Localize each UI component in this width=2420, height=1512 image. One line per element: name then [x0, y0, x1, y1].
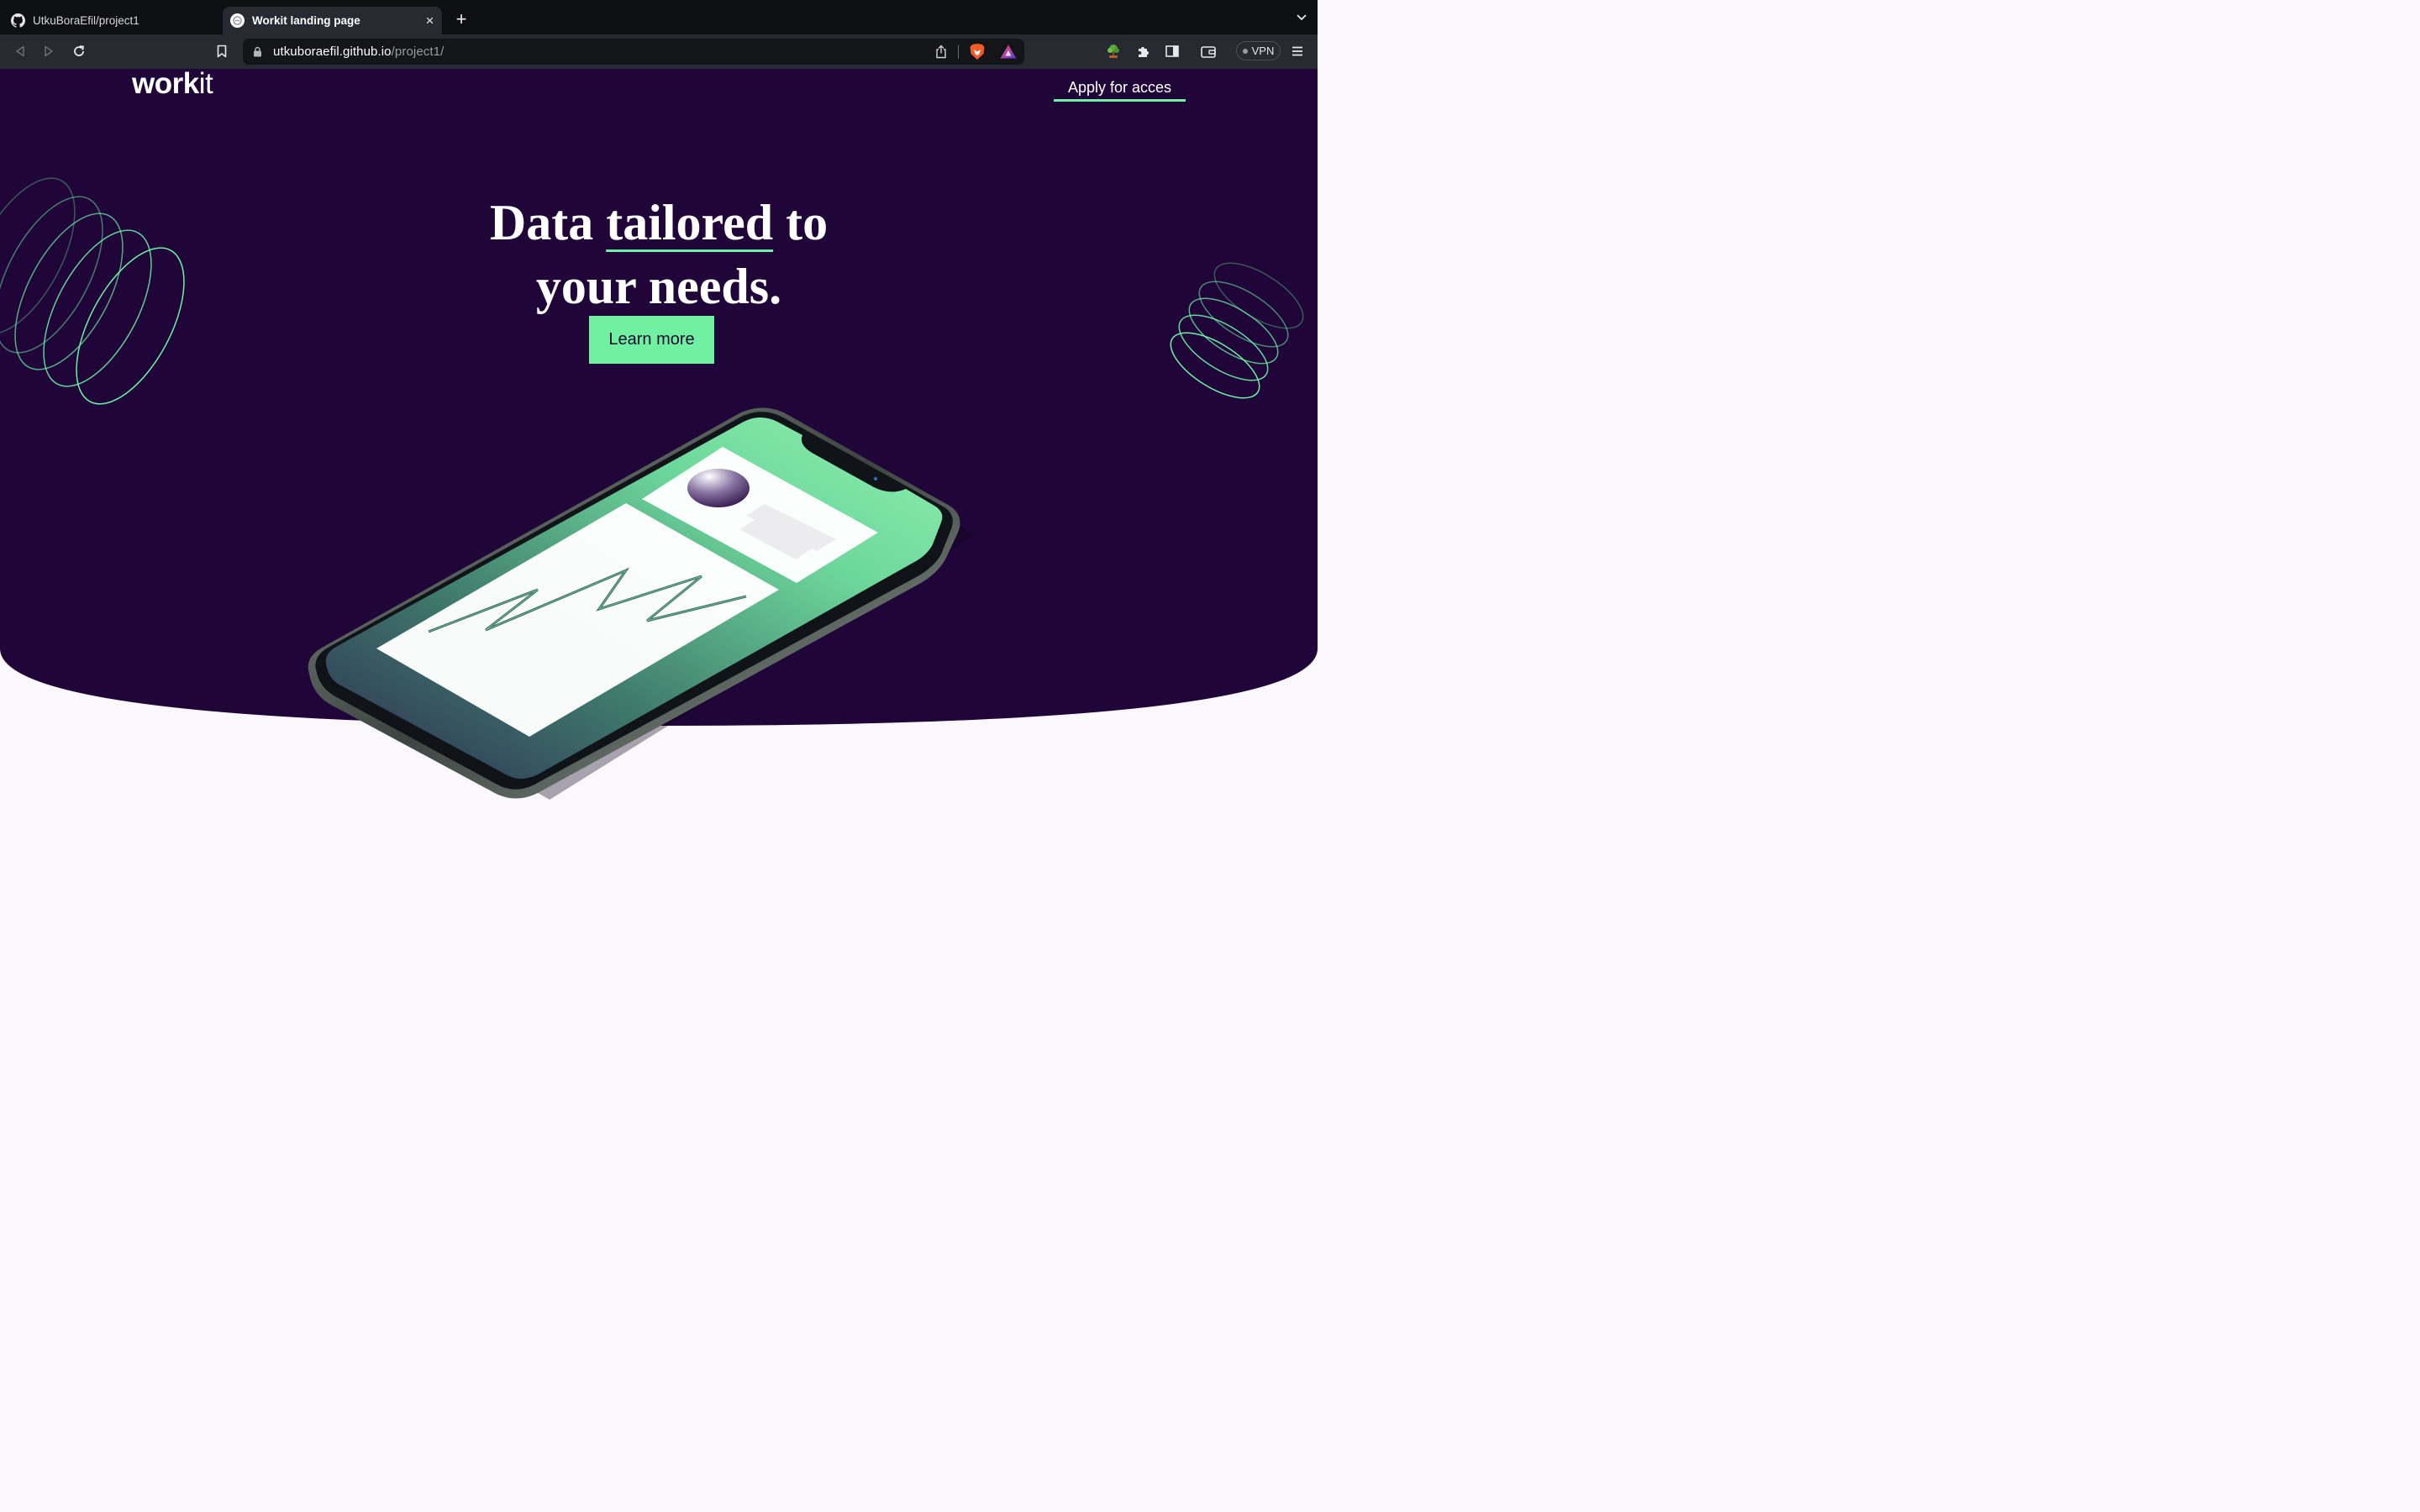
tab-title: Workit landing page: [252, 14, 360, 27]
extensions-icon[interactable]: [1134, 43, 1151, 60]
tab-workit[interactable]: Workit landing page ×: [223, 7, 442, 34]
address-bar[interactable]: utkuboraefil.github.io/project1/: [243, 39, 1024, 65]
vpn-label: VPN: [1251, 45, 1275, 57]
headline-part1: Data: [489, 195, 607, 250]
apply-for-access-link[interactable]: Apply for acces: [1054, 76, 1186, 102]
logo-light: it: [198, 69, 213, 100]
reload-icon[interactable]: [71, 43, 87, 60]
sidebar-icon[interactable]: [1164, 43, 1181, 60]
vpn-button[interactable]: VPN: [1236, 41, 1281, 60]
url-path: /project1/: [391, 45, 445, 59]
phone-illustration: [308, 407, 974, 800]
tab-github[interactable]: UtkuBoraEfil/project1: [0, 7, 217, 34]
close-tab-icon[interactable]: ×: [423, 13, 437, 28]
brave-shields-icon[interactable]: [969, 43, 986, 60]
github-icon: [11, 13, 25, 28]
chevron-down-icon[interactable]: [1296, 12, 1307, 24]
headline-part2: to: [773, 195, 829, 250]
browser-toolbar: utkuboraefil.github.io/project1/ VPN: [0, 34, 1318, 69]
vpn-status-dot: [1242, 48, 1248, 54]
headline-underlined: tailored: [606, 195, 774, 250]
tab-strip: UtkuBoraEfil/project1 Workit landing pag…: [0, 0, 1318, 34]
url-text: utkuboraefil.github.io/project1/: [273, 45, 444, 59]
lock-icon: [254, 46, 261, 57]
page-viewport: workit Apply for acces Data tailored to y…: [0, 69, 1318, 823]
share-icon[interactable]: [934, 45, 948, 59]
menu-icon[interactable]: [1289, 43, 1306, 60]
globe-icon: [230, 13, 245, 28]
bonsai-extension-icon[interactable]: [1105, 43, 1122, 60]
brave-rewards-icon[interactable]: [999, 44, 1018, 60]
wallet-icon[interactable]: [1200, 43, 1217, 60]
back-icon[interactable]: [12, 43, 29, 60]
new-tab-icon[interactable]: +: [453, 10, 470, 29]
hero-headline: Data tailored to your needs.: [403, 191, 914, 318]
headline-line2: your needs.: [535, 259, 782, 314]
learn-more-button[interactable]: Learn more: [589, 316, 714, 364]
bookmark-icon[interactable]: [213, 43, 230, 60]
url-host: utkuboraefil.github.io: [273, 45, 392, 59]
forward-icon[interactable]: [40, 43, 57, 60]
workit-logo[interactable]: workit: [132, 69, 213, 101]
separator: [958, 45, 959, 59]
tab-title: UtkuBoraEfil/project1: [33, 14, 139, 27]
avatar: [687, 469, 750, 507]
logo-bold: work: [132, 69, 199, 100]
